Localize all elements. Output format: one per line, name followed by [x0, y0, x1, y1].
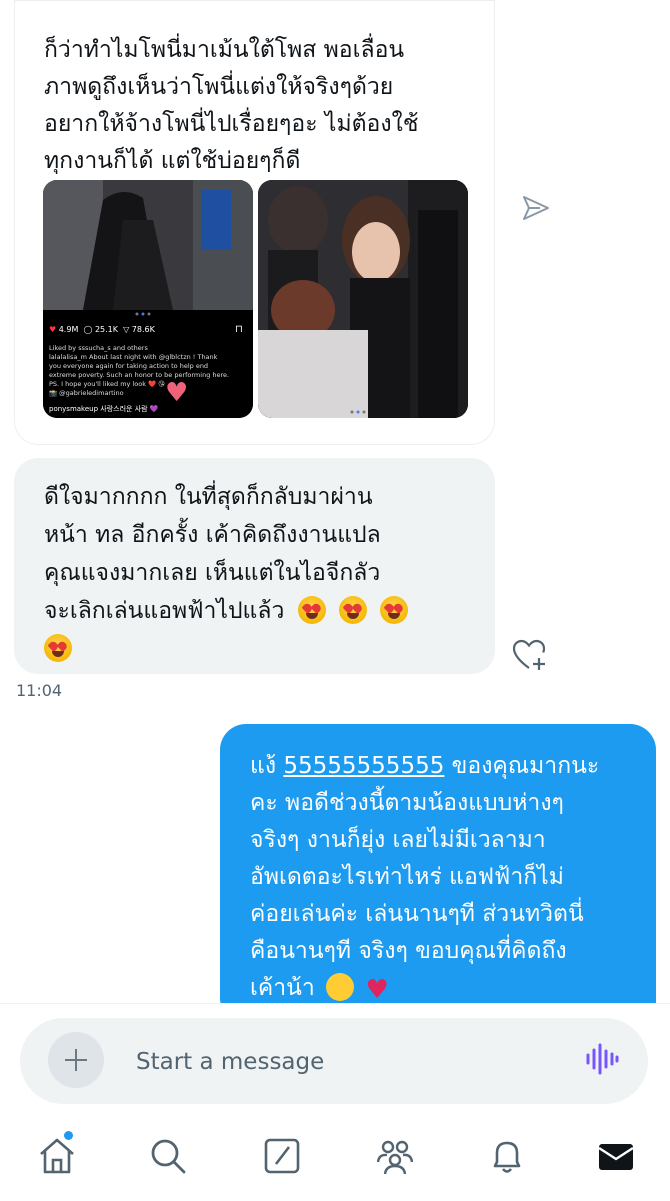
- message-line: คุณแจงมากเลย เห็นแต่ในไอจีกลัว: [44, 560, 381, 586]
- heart-eyes-emoji-icon: [339, 596, 368, 624]
- message-line: หน้า ทล อีกครั้ง เค้าคิดถึงงานแปล: [44, 522, 381, 548]
- share-icon[interactable]: [520, 193, 552, 223]
- comment-icon[interactable]: ◯: [83, 325, 92, 334]
- comment-row: ponysmakeup 사랑스러운 사람 💜: [49, 404, 159, 414]
- caption-line: extreme poverty. Such an honor to be per…: [49, 371, 230, 379]
- voice-message-icon[interactable]: [584, 1042, 620, 1076]
- pink-heart-sticker: ♥: [165, 378, 189, 408]
- message-line: จริงๆ งานก็ยุ่ง เลยไม่มีเวลามา: [250, 827, 546, 853]
- comments-count: 25.1K: [94, 325, 118, 334]
- message-line: เค้าน้า: [250, 975, 315, 1001]
- message-link[interactable]: 55555555555: [283, 753, 444, 779]
- message-line: อัพเดตอะไรเท่าไหร่ แอฟฟ้าก็ไม่: [250, 864, 564, 890]
- message-line: ค่อยเล่นค่ะ เล่นนานๆที ส่วนทวิตนี่: [250, 901, 584, 927]
- message-line: ก็ว่าทำไมโพนี่มาเม้นใต้โพส พอเลื่อน: [44, 37, 405, 63]
- add-media-button[interactable]: [48, 1032, 104, 1088]
- message-line: อยากให้จ้างโพนี่ไปเรื่อยๆอะ ไม่ต้องใช้: [44, 111, 419, 137]
- message-line: ดีใจมากกกก ในที่สุดก็กลับมาผ่าน: [44, 484, 373, 510]
- heart-eyes-emoji-icon: [380, 596, 409, 624]
- message-input[interactable]: [134, 1043, 558, 1081]
- bookmark-icon[interactable]: ⊓: [235, 324, 243, 335]
- heart-eyes-emoji-icon: [297, 596, 326, 624]
- caption-line: lalalalisa_m About last night with @glbl…: [49, 353, 218, 361]
- search-icon[interactable]: [148, 1136, 188, 1176]
- post-stats: ♥ 4.9M ◯ 25.1K ▽ 78.6K: [49, 325, 155, 334]
- makeup-photo-image: [258, 180, 468, 418]
- attached-photo-instagram[interactable]: ♥ 4.9M ◯ 25.1K ▽ 78.6K ⊓ Liked by sssuch…: [43, 180, 253, 418]
- comment-username: ponysmakeup: [49, 405, 99, 413]
- message-line-with-emoji: จะเลิกเล่นแอพฟ้าไปแล้ว: [44, 592, 464, 630]
- message-timestamp: 11:04: [16, 681, 63, 700]
- share-icon[interactable]: ▽: [123, 325, 129, 334]
- like-heart-icon[interactable]: ♥: [49, 325, 56, 334]
- likes-count: 4.9M: [58, 325, 79, 334]
- shares-count: 78.6K: [131, 325, 155, 334]
- notifications-bell-icon[interactable]: [487, 1136, 527, 1176]
- incoming-media-text: ก็ว่าทำไมโพนี่มาเม้นใต้โพส พอเลื่อน ภาพด…: [44, 32, 464, 180]
- add-reaction-heart-icon[interactable]: [512, 638, 548, 672]
- comment-text: 사랑스러운 사람 💜: [100, 405, 159, 413]
- post-caption: lalalalisa_m About last night with @glbl…: [49, 353, 229, 398]
- heart-eyes-emoji-icon: [44, 634, 72, 662]
- caption-line: 📸 @gabrieledimartino: [49, 389, 124, 397]
- attached-photo-makeup[interactable]: [258, 180, 468, 418]
- notification-dot: [64, 1131, 73, 1140]
- smiling-face-with-tear-emoji-icon: [326, 973, 355, 1001]
- message-line: คะ พอดีช่วงนี้ตามน้องแบบห่างๆ: [250, 790, 564, 816]
- caption-line: PS. I hope you'll liked my look ❤️ 😘: [49, 380, 165, 388]
- message-line: แง้ 55555555555 ของคุณมากนะ: [250, 748, 650, 785]
- home-icon[interactable]: [37, 1136, 77, 1176]
- emoji-line: [44, 630, 464, 668]
- message-text: แง้: [250, 753, 284, 779]
- message-line: ทุกงานก็ได้ แต่ใช้บ่อยๆก็ดี: [44, 148, 301, 174]
- incoming-text: ดีใจมากกกก ในที่สุดก็กลับมาผ่าน หน้า ทล …: [44, 478, 464, 668]
- message-text: ของคุณมากนะ: [444, 753, 600, 779]
- grok-icon[interactable]: [262, 1136, 302, 1176]
- message-line: จะเลิกเล่นแอพฟ้าไปแล้ว: [44, 598, 285, 624]
- caption-line: you everyone again for taking action to …: [49, 362, 209, 370]
- message-line: คือนานๆที จริงๆ ขอบคุณที่คิดถึง: [250, 938, 567, 964]
- communities-icon[interactable]: [375, 1136, 415, 1176]
- outgoing-text: แง้ 55555555555 ของคุณมากนะ คะ พอดีช่วงน…: [250, 748, 650, 1009]
- messages-envelope-icon[interactable]: [596, 1136, 636, 1176]
- liked-by: Liked by sssucha_s and others: [49, 344, 148, 352]
- message-line: ภาพดูถึงเห็นว่าโพนี่แต่งให้จริงๆด้วย: [44, 74, 394, 100]
